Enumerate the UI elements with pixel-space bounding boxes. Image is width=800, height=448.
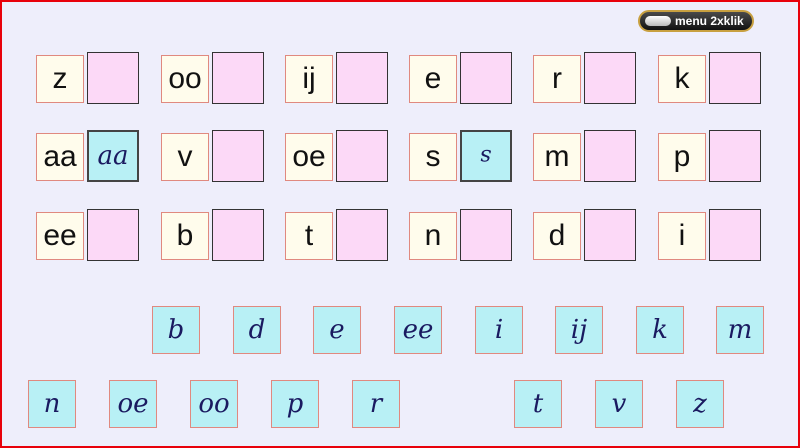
empty-answer-slot[interactable] [212, 52, 264, 104]
empty-answer-slot[interactable] [336, 209, 388, 261]
game-board: menu 2xklik z oo ij e r k aa aa v oe s s m p ee b t n d i b… [0, 0, 800, 448]
menu-icon [645, 16, 671, 26]
cursive-letter-tile[interactable]: r [352, 380, 400, 428]
print-letter-card: s [409, 133, 457, 181]
print-letter-card: d [533, 212, 581, 260]
filled-answer-slot[interactable]: aa [87, 130, 139, 182]
empty-answer-slot[interactable] [460, 52, 512, 104]
print-letter-card: p [658, 133, 706, 181]
empty-answer-slot[interactable] [87, 52, 139, 104]
cursive-letter-tile[interactable]: t [514, 380, 562, 428]
cursive-letter-tile[interactable]: oe [109, 380, 157, 428]
menu-label: menu 2xklik [675, 14, 744, 28]
empty-answer-slot[interactable] [212, 130, 264, 182]
empty-answer-slot[interactable] [584, 209, 636, 261]
empty-answer-slot[interactable] [212, 209, 264, 261]
print-letter-card: r [533, 55, 581, 103]
cursive-letter-tile[interactable]: oo [190, 380, 238, 428]
print-letter-card: ee [36, 212, 84, 260]
print-letter-card: e [409, 55, 457, 103]
empty-answer-slot[interactable] [336, 52, 388, 104]
menu-button[interactable]: menu 2xklik [638, 10, 754, 32]
cursive-letter-tile[interactable]: i [475, 306, 523, 354]
cursive-letter-tile[interactable]: ij [555, 306, 603, 354]
print-letter-card: i [658, 212, 706, 260]
print-letter-card: aa [36, 133, 84, 181]
cursive-letter-tile[interactable]: m [716, 306, 764, 354]
cursive-letter-tile[interactable]: d [233, 306, 281, 354]
print-letter-card: b [161, 212, 209, 260]
placed-tile-letter: s [480, 143, 492, 169]
print-letter-card: ij [285, 55, 333, 103]
print-letter-card: oo [161, 55, 209, 103]
print-letter-card: m [533, 133, 581, 181]
cursive-letter-tile[interactable]: p [271, 380, 319, 428]
print-letter-card: oe [285, 133, 333, 181]
empty-answer-slot[interactable] [460, 209, 512, 261]
empty-answer-slot[interactable] [336, 130, 388, 182]
print-letter-card: n [409, 212, 457, 260]
cursive-letter-tile[interactable]: ee [394, 306, 442, 354]
empty-answer-slot[interactable] [709, 209, 761, 261]
cursive-letter-tile[interactable]: v [595, 380, 643, 428]
print-letter-card: t [285, 212, 333, 260]
cursive-letter-tile[interactable]: z [676, 380, 724, 428]
empty-answer-slot[interactable] [87, 209, 139, 261]
empty-answer-slot[interactable] [584, 130, 636, 182]
empty-answer-slot[interactable] [709, 130, 761, 182]
cursive-letter-tile[interactable]: k [636, 306, 684, 354]
print-letter-card: z [36, 55, 84, 103]
placed-tile-letter: aa [97, 141, 129, 171]
cursive-letter-tile[interactable]: b [152, 306, 200, 354]
empty-answer-slot[interactable] [709, 52, 761, 104]
cursive-letter-tile[interactable]: e [313, 306, 361, 354]
print-letter-card: k [658, 55, 706, 103]
cursive-letter-tile[interactable]: n [28, 380, 76, 428]
filled-answer-slot[interactable]: s [460, 130, 512, 182]
empty-answer-slot[interactable] [584, 52, 636, 104]
print-letter-card: v [161, 133, 209, 181]
